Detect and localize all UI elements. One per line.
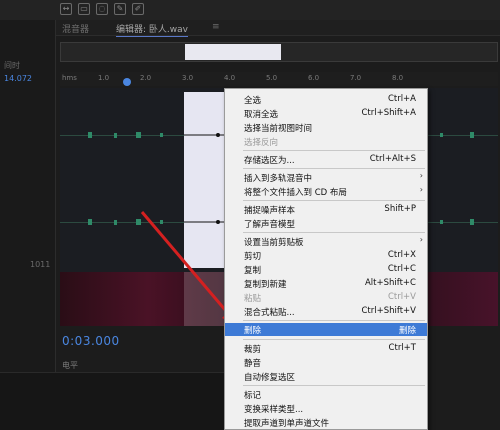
- menu-separator: [243, 168, 425, 169]
- menu-item-shortcut: 删除: [398, 326, 416, 336]
- menu-item-label: 静音: [244, 359, 262, 369]
- menu-item-label: 取消全选: [244, 110, 279, 120]
- spectral-selection[interactable]: [184, 272, 224, 326]
- menu-item-label: 选择反向: [244, 138, 279, 148]
- lasso-tool-icon[interactable]: ◌: [96, 3, 108, 15]
- menu-item-label: 设置当前剪贴板: [244, 238, 304, 248]
- menu-item-label: 全选: [244, 96, 262, 106]
- menu-item-label: 删除: [244, 326, 262, 336]
- menu-item-label: 复制: [244, 266, 262, 276]
- submenu-chevron-icon: ›: [419, 185, 423, 194]
- menu-item-label: 插入到多轨混音中: [244, 174, 313, 184]
- menu-item-save-selection[interactable]: 存储选区为... Ctrl+Alt+S: [225, 153, 427, 166]
- submenu-chevron-icon: ›: [419, 235, 423, 244]
- menu-item-delete[interactable]: 删除 删除: [225, 323, 427, 336]
- menu-separator: [243, 232, 425, 233]
- menu-item-label: 标记: [244, 391, 262, 401]
- playhead-handle[interactable]: [123, 78, 131, 86]
- menu-item-shortcut: Ctrl+V: [387, 292, 416, 302]
- marquee-tool-icon[interactable]: ▭: [78, 3, 90, 15]
- menu-item-shortcut: Ctrl+T: [388, 343, 416, 353]
- time-label: 间时: [4, 61, 20, 70]
- context-menu: 全选 Ctrl+A 取消全选 Ctrl+Shift+A 选择当前视图时间 选择反向 …: [224, 88, 428, 430]
- menu-item-auto-heal[interactable]: 自动修复选区: [225, 370, 427, 383]
- menu-separator: [243, 150, 425, 151]
- ruler-tick: 5.0: [266, 74, 278, 82]
- ruler-tick: 8.0: [392, 74, 404, 82]
- menu-item-label: 裁剪: [244, 345, 262, 355]
- menu-item-mix-paste[interactable]: 混合式粘贴... Ctrl+Shift+V: [225, 305, 427, 318]
- menu-item-shortcut: Shift+P: [384, 204, 416, 214]
- ruler-tick: 1.0: [98, 74, 110, 82]
- menu-item-copy[interactable]: 复制 Ctrl+C: [225, 263, 427, 276]
- menu-item-convert-sample-type[interactable]: 变换采样类型...: [225, 402, 427, 415]
- submenu-chevron-icon: ›: [419, 171, 423, 180]
- menu-item-invert-selection: 选择反向: [225, 135, 427, 148]
- tab-editor[interactable]: 编辑器: 卧人.wav: [116, 22, 188, 37]
- move-tool-icon[interactable]: ↔: [60, 3, 72, 15]
- pencil-tool-icon[interactable]: ✐: [132, 3, 144, 15]
- menu-item-label: 提取声道到单声道文件: [244, 419, 330, 429]
- waveform-overview[interactable]: [60, 42, 498, 62]
- menu-item-select-all[interactable]: 全选 Ctrl+A: [225, 93, 427, 106]
- menu-item-label: 剪切: [244, 252, 262, 262]
- menu-item-deselect-all[interactable]: 取消全选 Ctrl+Shift+A: [225, 107, 427, 120]
- menu-item-shortcut: Ctrl+X: [387, 250, 416, 260]
- menu-item-label: 将整个文件插入到 CD 布局: [244, 188, 347, 198]
- menu-item-set-clipboard[interactable]: 设置当前剪贴板 ›: [225, 235, 427, 248]
- menu-item-cut[interactable]: 剪切 Ctrl+X: [225, 249, 427, 262]
- ruler-tick: 2.0: [140, 74, 152, 82]
- menu-item-crop[interactable]: 裁剪 Ctrl+T: [225, 342, 427, 355]
- menu-item-paste: 粘贴 Ctrl+V: [225, 291, 427, 304]
- levels-panel: [0, 372, 224, 430]
- brush-tool-icon[interactable]: ✎: [114, 3, 126, 15]
- top-toolbar: ↔ ▭ ◌ ✎ ✐: [0, 0, 500, 20]
- menu-item-shortcut: Ctrl+Shift+V: [361, 306, 416, 316]
- menu-item-silence[interactable]: 静音: [225, 356, 427, 369]
- ruler-tick: 7.0: [350, 74, 362, 82]
- menu-item-label: 粘贴: [244, 294, 262, 304]
- tab-menu-icon[interactable]: ≡: [212, 22, 220, 32]
- menu-item-insert-cd-layout[interactable]: 将整个文件插入到 CD 布局 ›: [225, 185, 427, 198]
- menu-item-label: 复制到新建: [244, 280, 287, 290]
- menu-item-shortcut: Alt+Shift+C: [364, 278, 416, 288]
- menu-item-shortcut: Ctrl+C: [387, 264, 416, 274]
- menu-item-label: 存储选区为...: [244, 156, 295, 166]
- menu-separator: [243, 320, 425, 321]
- menu-item-shortcut: Ctrl+Alt+S: [369, 154, 416, 164]
- left-panel: 间时 14.072 1011: [0, 20, 56, 430]
- menu-item-label: 变换采样类型...: [244, 405, 304, 415]
- menu-item-shortcut: Ctrl+Shift+A: [361, 108, 416, 118]
- timecode-readout: 14.072: [4, 74, 32, 83]
- value-readout: 1011: [30, 260, 51, 269]
- menu-item-label: 选择当前视图时间: [244, 124, 313, 134]
- menu-item-label: 捕捉噪声样本: [244, 206, 296, 216]
- menu-item-insert-multitrack[interactable]: 插入到多轨混音中 ›: [225, 171, 427, 184]
- menu-item-shortcut: Ctrl+A: [387, 94, 416, 104]
- menu-item-label: 了解声音模型: [244, 220, 296, 230]
- menu-item-select-view[interactable]: 选择当前视图时间: [225, 121, 427, 134]
- ruler-unit: hms: [62, 74, 77, 82]
- menu-separator: [243, 200, 425, 201]
- ruler-tick: 4.0: [224, 74, 236, 82]
- menu-item-extract-channels[interactable]: 提取声道到单声道文件: [225, 416, 427, 429]
- menu-separator: [243, 385, 425, 386]
- menu-item-marker[interactable]: 标记: [225, 388, 427, 401]
- editor-tabs: 混音器 编辑器: 卧人.wav ≡: [56, 20, 500, 37]
- menu-item-capture-noise[interactable]: 捕捉噪声样本 Shift+P: [225, 203, 427, 216]
- menu-item-learn-sound-model[interactable]: 了解声音模型: [225, 217, 427, 230]
- ruler-tick: 6.0: [308, 74, 320, 82]
- menu-item-label: 自动修复选区: [244, 373, 296, 383]
- selection-waveform-graphic: [184, 133, 224, 224]
- menu-item-label: 混合式粘贴...: [244, 308, 295, 318]
- levels-panel-label: 电平: [62, 361, 78, 370]
- ruler-tick: 3.0: [182, 74, 194, 82]
- overview-selection[interactable]: [185, 44, 281, 60]
- menu-separator: [243, 339, 425, 340]
- current-time-display: 0:03.000: [62, 334, 120, 348]
- tab-mixer[interactable]: 混音器: [62, 22, 89, 35]
- menu-item-copy-to-new[interactable]: 复制到新建 Alt+Shift+C: [225, 277, 427, 290]
